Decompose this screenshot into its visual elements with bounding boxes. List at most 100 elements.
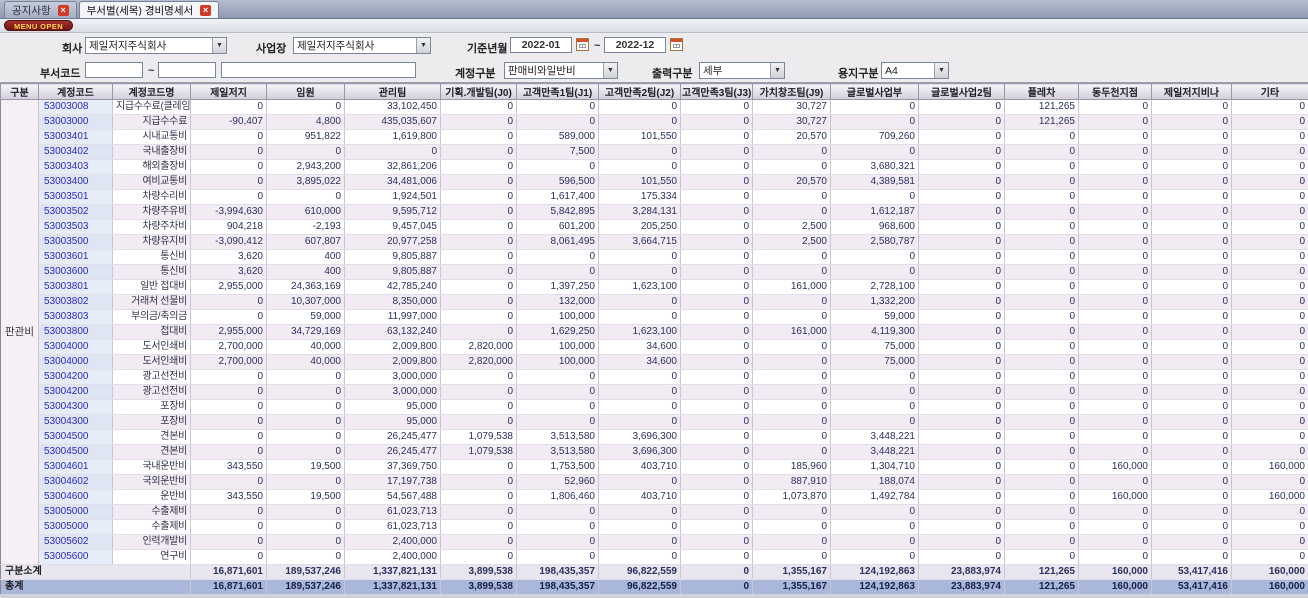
amount-cell[interactable]: 11,997,000 (344, 309, 441, 325)
amount-cell[interactable]: 0 (266, 144, 345, 160)
amount-cell[interactable]: 0 (1078, 354, 1152, 370)
amount-cell[interactable]: 0 (516, 159, 599, 175)
amount-cell[interactable]: 0 (752, 159, 831, 175)
close-icon[interactable]: × (57, 4, 69, 16)
amount-cell[interactable]: 0 (1231, 234, 1308, 250)
amount-cell[interactable]: 0 (752, 399, 831, 415)
amount-cell[interactable]: 0 (680, 279, 753, 295)
amount-cell[interactable]: 96,822,559 (598, 579, 681, 595)
amount-cell[interactable]: 0 (918, 204, 1005, 220)
amount-cell[interactable]: 3,620 (190, 249, 267, 265)
amount-cell[interactable]: 0 (440, 99, 517, 115)
amount-cell[interactable]: 0 (680, 129, 753, 145)
amount-cell[interactable]: 0 (190, 474, 267, 490)
account-name-cell[interactable]: 통신비 (112, 249, 191, 265)
amount-cell[interactable]: 0 (680, 189, 753, 205)
amount-cell[interactable]: 0 (440, 474, 517, 490)
amount-cell[interactable]: 0 (680, 474, 753, 490)
amount-cell[interactable]: 101,550 (598, 174, 681, 190)
amount-cell[interactable]: 0 (266, 399, 345, 415)
amount-cell[interactable]: 124,192,863 (830, 564, 919, 580)
amount-cell[interactable]: 0 (680, 534, 753, 550)
amount-cell[interactable]: 0 (190, 504, 267, 520)
amount-cell[interactable]: 403,710 (598, 489, 681, 505)
amount-cell[interactable]: 0 (1231, 174, 1308, 190)
amount-cell[interactable]: 400 (266, 249, 345, 265)
amount-cell[interactable]: 0 (266, 474, 345, 490)
amount-cell[interactable]: 0 (830, 549, 919, 565)
table-row[interactable]: 53003401 시내교통비 0 951,822 1,619,800 0 589,000 10… (1, 129, 1308, 145)
amount-cell[interactable]: 0 (1004, 249, 1079, 265)
amount-cell[interactable]: 0 (266, 99, 345, 115)
amount-cell[interactable]: 0 (1004, 159, 1079, 175)
amount-cell[interactable]: 0 (752, 549, 831, 565)
amount-cell[interactable]: 0 (598, 294, 681, 310)
amount-cell[interactable]: 0 (1078, 504, 1152, 520)
amount-cell[interactable]: 9,805,887 (344, 264, 441, 280)
amount-cell[interactable]: 0 (440, 189, 517, 205)
amount-cell[interactable]: 0 (680, 384, 753, 400)
amount-cell[interactable]: 0 (680, 459, 753, 475)
amount-cell[interactable]: 0 (440, 369, 517, 385)
amount-cell[interactable]: 0 (680, 294, 753, 310)
amount-cell[interactable]: 0 (190, 369, 267, 385)
amount-cell[interactable]: 0 (918, 444, 1005, 460)
amount-cell[interactable]: 0 (680, 399, 753, 415)
amount-cell[interactable]: 23,883,974 (918, 564, 1005, 580)
amount-cell[interactable]: 0 (190, 129, 267, 145)
amount-cell[interactable]: 205,250 (598, 219, 681, 235)
amount-cell[interactable]: 0 (598, 519, 681, 535)
amount-cell[interactable]: 0 (440, 174, 517, 190)
table-row[interactable]: 53003500 차량유지비 -3,090,412 607,807 20,977,258… (1, 234, 1308, 250)
table-row[interactable]: 판관비 53003008 지급수수료(클레임) 0 0 33,102,450 0 0 0 0 30,… (0, 99, 1308, 565)
amount-cell[interactable]: 0 (440, 384, 517, 400)
amount-cell[interactable]: 0 (190, 519, 267, 535)
amount-cell[interactable]: 0 (1078, 279, 1152, 295)
amount-cell[interactable]: 0 (440, 489, 517, 505)
amount-cell[interactable]: 20,570 (752, 174, 831, 190)
amount-cell[interactable]: 61,023,713 (344, 519, 441, 535)
account-code-cell[interactable]: 53005602 (38, 534, 113, 550)
amount-cell[interactable]: 1,304,710 (830, 459, 919, 475)
amount-cell[interactable]: 0 (1004, 324, 1079, 340)
account-name-cell[interactable]: 연구비 (112, 549, 191, 565)
amount-cell[interactable]: 0 (752, 384, 831, 400)
amount-cell[interactable]: 0 (1231, 114, 1308, 130)
amount-cell[interactable]: 0 (1231, 249, 1308, 265)
amount-cell[interactable]: 121,265 (1004, 579, 1079, 595)
column-header[interactable]: 구분 (0, 83, 39, 100)
amount-cell[interactable]: 30,727 (752, 99, 831, 115)
amount-cell[interactable]: 0 (918, 429, 1005, 445)
amount-cell[interactable]: 189,537,246 (266, 564, 345, 580)
amount-cell[interactable]: 0 (190, 294, 267, 310)
amount-cell[interactable]: 0 (1231, 279, 1308, 295)
amount-cell[interactable]: 0 (752, 144, 831, 160)
amount-cell[interactable]: 0 (440, 519, 517, 535)
amount-cell[interactable]: 26,245,477 (344, 429, 441, 445)
amount-cell[interactable]: 0 (1004, 174, 1079, 190)
amount-cell[interactable]: 8,061,495 (516, 234, 599, 250)
amount-cell[interactable]: 0 (190, 174, 267, 190)
amount-cell[interactable]: 96,822,559 (598, 564, 681, 580)
amount-cell[interactable]: 0 (830, 189, 919, 205)
table-row[interactable]: 53005000 수출제비 0 0 61,023,713 0 0 0 0 0 0 0 0 0 0 0 (1, 504, 1308, 520)
amount-cell[interactable]: 188,074 (830, 474, 919, 490)
amount-cell[interactable]: 0 (1151, 384, 1232, 400)
amount-cell[interactable]: 0 (1078, 204, 1152, 220)
amount-cell[interactable]: 0 (830, 114, 919, 130)
table-row[interactable]: 53003802 거래처 선물비 0 10,307,000 8,350,000 0 132,… (1, 294, 1308, 310)
amount-cell[interactable]: 0 (918, 129, 1005, 145)
amount-cell[interactable]: 0 (1151, 429, 1232, 445)
account-code-cell[interactable]: 53003801 (38, 279, 113, 295)
amount-cell[interactable]: 0 (918, 249, 1005, 265)
amount-cell[interactable]: 0 (1151, 219, 1232, 235)
amount-cell[interactable]: 0 (266, 429, 345, 445)
amount-cell[interactable]: 3,000,000 (344, 369, 441, 385)
amount-cell[interactable]: 0 (1004, 429, 1079, 445)
amount-cell[interactable]: 0 (190, 444, 267, 460)
account-name-cell[interactable]: 도서인쇄비 (112, 354, 191, 370)
amount-cell[interactable]: 0 (830, 264, 919, 280)
amount-cell[interactable]: 0 (1078, 264, 1152, 280)
amount-cell[interactable]: 2,728,100 (830, 279, 919, 295)
table-row[interactable]: 53003600 통신비 3,620 400 9,805,887 0 0 0 0 0 0 0 0 0 0 0 (1, 264, 1308, 280)
